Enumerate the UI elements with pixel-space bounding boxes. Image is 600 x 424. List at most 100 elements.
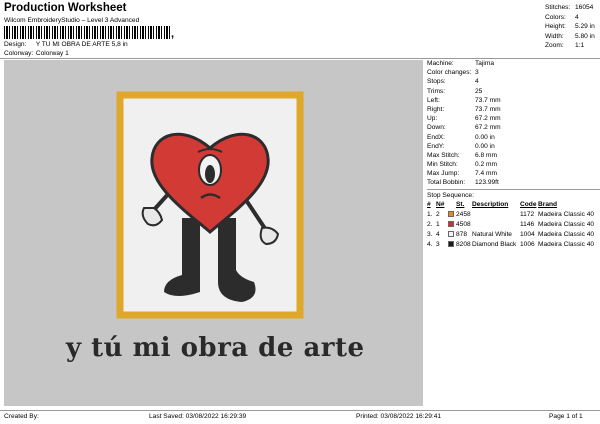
machine-property: EndX: 0.00 in — [427, 133, 600, 142]
property-value: 7.4 mm — [475, 170, 497, 178]
summary-label: Stitches: — [545, 4, 571, 11]
summary-label: Width: — [545, 32, 564, 40]
thread-brand: Madeira Classic 40 — [538, 240, 595, 248]
property-label: Trims: — [427, 87, 446, 95]
thread-color-swatch — [448, 231, 454, 238]
col-header: Description — [472, 201, 509, 209]
property-value: 123.99ft — [475, 179, 499, 187]
summary-value: 5.29 in — [575, 23, 595, 30]
property-value: 25 — [475, 87, 483, 95]
barcode — [4, 26, 172, 39]
worksheet-title: Production Worksheet — [4, 2, 127, 14]
machine-property: Max Jump: 7.4 mm — [427, 169, 600, 178]
property-value: 0.00 in — [475, 133, 495, 141]
property-value: 67.2 mm — [475, 124, 501, 132]
summary-value: 5.80 in — [575, 32, 595, 40]
stitch-count: 8208 — [456, 240, 471, 248]
summary-block: Stitches: 16054 Colors: 4 Height: 5.29 in W… — [545, 3, 595, 51]
property-value: 4 — [475, 78, 479, 86]
summary-value: 16054 — [575, 4, 594, 11]
last-saved: Last Saved: 03/08/2022 16:29:39 — [149, 413, 247, 420]
thread-description: Natural White — [472, 230, 512, 238]
stop-index: 1. — [427, 210, 433, 218]
machine-property: Stops: 4 — [427, 77, 600, 86]
thread-color-swatch — [448, 241, 454, 248]
stitch-count: 2458 — [456, 210, 471, 218]
property-value: 0.00 in — [475, 142, 495, 150]
stop-sequence-title: Stop Sequence: — [427, 191, 474, 199]
panel-divider — [427, 188, 600, 190]
thread-brand: Madeira Classic 40 — [538, 220, 595, 228]
property-label: EndX: — [427, 133, 445, 141]
summary-value: 4 — [575, 13, 579, 21]
property-value: 67.2 mm — [475, 115, 501, 123]
color-swatch — [448, 219, 456, 229]
printed-date: Printed: 03/08/2022 16:29:41 — [356, 413, 442, 420]
color-swatch — [448, 239, 456, 249]
needle-number: 2 — [436, 210, 440, 218]
property-value: 3 — [475, 69, 479, 77]
thread-color-swatch — [448, 221, 454, 228]
barcode-tail: , — [171, 28, 175, 40]
stop-row: 2. 1 4508 1146 Madeira Classic 40 — [427, 219, 600, 229]
needle-number: 4 — [436, 230, 440, 238]
property-value: Tajima — [475, 60, 495, 67]
design-label: Design: — [4, 41, 27, 48]
summary-value: 1:1 — [575, 42, 585, 49]
right-hand — [259, 226, 280, 246]
machine-property: Up: 67.2 mm — [427, 114, 600, 123]
stop-row: 4. 3 8208 Diamond Black 1006 Madeira Classic … — [427, 239, 600, 249]
col-header: # — [427, 201, 431, 209]
machine-property: Left: 73.7 mm — [427, 96, 600, 105]
col-header: Code — [520, 201, 537, 209]
stop-sequence-table: # N# St. Description Code Brand 1. 2 2458 1… — [427, 200, 600, 250]
stop-row: 1. 2 2458 1172 Madeira Classic 40 — [427, 209, 600, 219]
machine-property: Max Stitch: 6.8 mm — [427, 151, 600, 160]
thread-brand: Madeira Classic 40 — [538, 230, 595, 238]
summary-row: Height: 5.29 in — [545, 22, 595, 32]
machine-panel: Machine: Tajima Color changes: 3 Stops: 4 Trim… — [427, 59, 600, 249]
property-label: Stops: — [427, 78, 446, 86]
property-label: Machine: — [427, 60, 454, 67]
property-label: Left: — [427, 96, 440, 104]
col-header: St. — [456, 201, 465, 209]
col-header: Brand — [538, 201, 558, 209]
thread-description — [472, 209, 520, 219]
design-caption: y tú mi obra de arte — [66, 333, 365, 363]
machine-property: EndY: 0.00 in — [427, 142, 600, 151]
thread-code: 1146 — [520, 220, 535, 228]
color-swatch — [448, 209, 456, 219]
summary-row: Zoom: 1:1 — [545, 41, 595, 51]
property-label: Max Jump: — [427, 170, 460, 178]
thread-code: 1006 — [520, 240, 535, 248]
machine-property: Down: 67.2 mm — [427, 123, 600, 132]
property-value: 6.8 mm — [475, 151, 497, 159]
stop-index: 4. — [427, 240, 433, 248]
col-header: N# — [436, 201, 445, 209]
stop-index: 3. — [427, 230, 433, 238]
thread-description: Diamond Black — [472, 240, 517, 248]
machine-property: Color changes: 3 — [427, 68, 600, 77]
colorway-line: Colorway: Colorway 1 — [4, 50, 69, 57]
thread-code: 1172 — [520, 210, 535, 218]
needle-number: 1 — [436, 220, 440, 228]
pupil — [205, 165, 215, 183]
col-header — [448, 200, 456, 210]
property-label: Total Bobbin: — [427, 179, 466, 187]
design-value: Y TU MI OBRA DE ARTE 5,8 in — [35, 41, 128, 48]
summary-row: Width: 5.80 in — [545, 32, 595, 42]
thread-code: 1004 — [520, 230, 535, 238]
property-label: Down: — [427, 124, 446, 132]
property-value: 73.7 mm — [475, 105, 501, 113]
property-value: 0.2 mm — [475, 161, 497, 169]
thread-description — [472, 219, 520, 229]
property-label: Min Stitch: — [427, 161, 458, 169]
machine-property: Total Bobbin: 123.99ft — [427, 178, 600, 187]
design-preview: y tú mi obra de arte — [4, 60, 423, 406]
colorway-label: Colorway: — [4, 50, 34, 57]
property-value: 73.7 mm — [475, 96, 501, 104]
property-label: Color changes: — [427, 69, 472, 77]
needle-number: 3 — [436, 240, 440, 248]
design-line: Design: Y TU MI OBRA DE ARTE 5,8 in — [4, 41, 128, 48]
property-label: Up: — [427, 115, 438, 123]
